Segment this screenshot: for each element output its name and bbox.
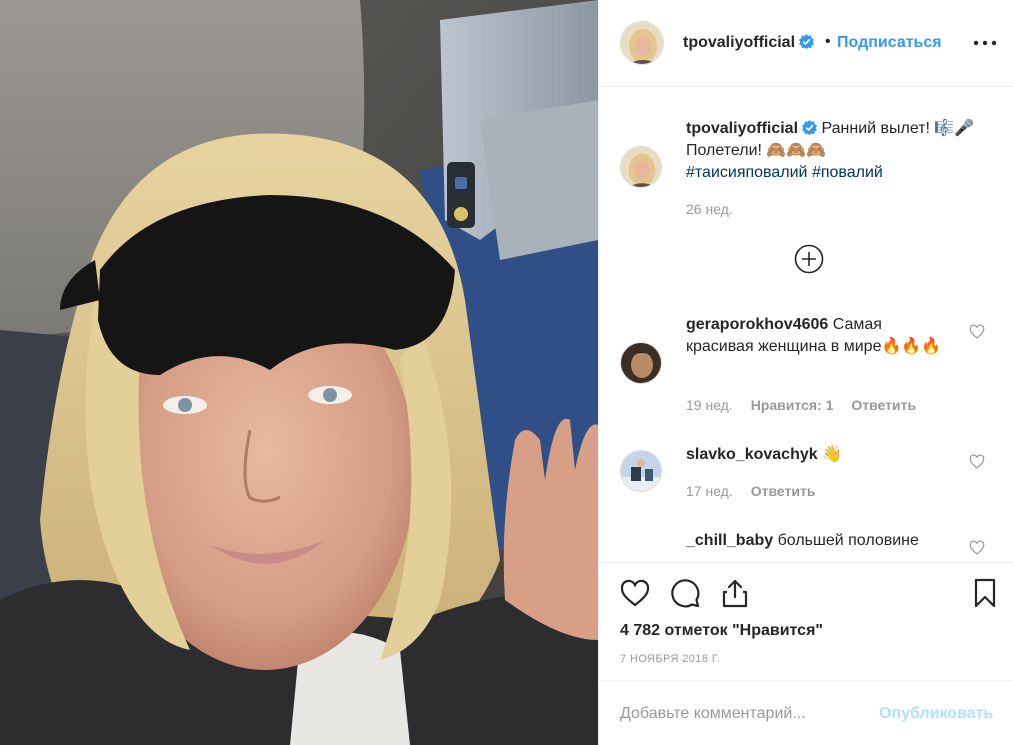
hashtag-link[interactable]: #таисияповалий <box>686 164 807 181</box>
comment-timestamp[interactable]: 19 нед. <box>686 397 733 413</box>
author-avatar[interactable] <box>620 21 664 65</box>
verified-badge-icon <box>799 34 815 49</box>
comment-username[interactable]: geraporokhov4606 <box>686 316 828 333</box>
more-dots-icon[interactable] <box>973 38 997 48</box>
bookmark-icon[interactable] <box>969 577 1001 609</box>
post-header: tpovaliyofficial • Подписаться <box>599 0 1013 87</box>
comment-username[interactable]: _chill_baby <box>686 532 773 549</box>
commenter-avatar[interactable] <box>620 342 662 384</box>
comment-body: большей половине <box>773 532 919 549</box>
commenter-avatar[interactable] <box>620 450 662 492</box>
comment-likes[interactable]: Нравится: 1 <box>751 397 834 413</box>
comment-username[interactable]: slavko_kovachyk <box>686 446 818 463</box>
author-username[interactable]: tpovaliyofficial <box>683 34 795 51</box>
comments-list[interactable]: tpovaliyofficial Ранний вылет! 🎼🎤 Полете… <box>599 88 1013 562</box>
heart-icon[interactable] <box>969 324 985 340</box>
separator-dot: • <box>825 33 831 50</box>
likes-count[interactable]: 4 782 отметок "Нравится" <box>620 622 823 640</box>
caption-text: tpovaliyofficial Ранний вылет! 🎼🎤 Полете… <box>686 118 1001 184</box>
post-photo[interactable] <box>0 0 598 745</box>
verified-badge-icon <box>802 120 818 135</box>
comment-text: _chill_baby большей половине <box>686 530 951 552</box>
caption-line-1: Ранний вылет! 🎼🎤 <box>817 120 975 137</box>
plus-circle-icon[interactable] <box>794 244 824 274</box>
comment-text: geraporokhov4606 Самая красивая женщина … <box>686 314 951 358</box>
caption-timestamp[interactable]: 26 нед. <box>686 201 733 217</box>
post-actions: 4 782 отметок "Нравится" 7 НОЯБРЯ 2018 Г… <box>599 562 1013 680</box>
caption-username[interactable]: tpovaliyofficial <box>686 120 798 137</box>
caption-author-avatar[interactable] <box>620 146 662 188</box>
heart-icon[interactable] <box>969 540 985 556</box>
add-comment-bar: Опубликовать <box>599 680 1013 745</box>
reply-button[interactable]: Ответить <box>851 397 916 413</box>
reply-button[interactable]: Ответить <box>751 483 816 499</box>
comment-meta: 19 нед. Нравится: 1 Ответить <box>686 397 934 413</box>
caption-line-2: Полетели! 🙈🙈🙈 <box>686 142 827 159</box>
comment-text: slavko_kovachyk 👋 <box>686 444 951 466</box>
hashtag-link[interactable]: #повалий <box>812 164 883 181</box>
selfie-image <box>0 0 598 745</box>
heart-icon[interactable] <box>969 454 985 470</box>
author-username-link[interactable]: tpovaliyofficial <box>683 34 815 52</box>
comment-icon[interactable] <box>669 577 701 609</box>
publish-button[interactable]: Опубликовать <box>879 705 993 723</box>
comment-meta: 17 нед. Ответить <box>686 483 833 499</box>
post-date[interactable]: 7 НОЯБРЯ 2018 Г. <box>620 653 720 665</box>
comment-body: 👋 <box>817 446 843 463</box>
comment-input[interactable] <box>620 703 870 725</box>
heart-icon[interactable] <box>619 577 651 609</box>
follow-button[interactable]: Подписаться <box>837 34 942 52</box>
post-sidebar: tpovaliyofficial • Подписаться tpovaliyo… <box>598 0 1013 745</box>
share-icon[interactable] <box>719 577 751 609</box>
comment-timestamp[interactable]: 17 нед. <box>686 483 733 499</box>
